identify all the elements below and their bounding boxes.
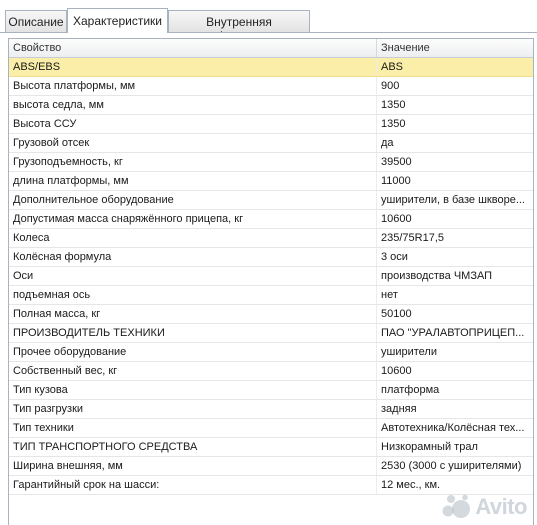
property-value-cell: 1350: [381, 118, 406, 130]
tab-characteristics[interactable]: Характеристики: [67, 8, 168, 33]
property-value-cell: 900: [381, 80, 400, 92]
table-row[interactable]: Тип кузова платформа: [9, 381, 533, 400]
table-row[interactable]: высота седла, мм 1350: [9, 96, 533, 115]
property-name-cell: Грузовой отсек: [9, 134, 377, 152]
table-row[interactable]: Грузовой отсек да: [9, 134, 533, 153]
property-value-cell: ABS: [381, 61, 404, 73]
characteristics-panel: Свойство Значение ABS/EBS ABS Высота платф…: [0, 33, 537, 525]
table-row[interactable]: Дополнительное оборудование уширители, в …: [9, 191, 533, 210]
properties-grid: Свойство Значение ABS/EBS ABS Высота платф…: [8, 38, 534, 525]
property-value-cell: 39500: [381, 156, 412, 168]
column-header-property[interactable]: Свойство: [9, 39, 377, 57]
property-value-cell: Низкорамный трал: [381, 441, 478, 453]
table-row[interactable]: Гарантийный срок на шасси: 12 мес., км.: [9, 476, 533, 495]
property-name-cell: Грузоподъемность, кг: [9, 153, 377, 171]
property-name-cell: подъемная ось: [9, 286, 377, 304]
property-name-cell: ABS/EBS: [9, 58, 377, 76]
table-row[interactable]: Ширина внешняя, мм 2530 (3000 с уширителя…: [9, 457, 533, 476]
property-name-cell: высота седла, мм: [9, 96, 377, 114]
property-value-cell: 3 оси: [381, 251, 408, 263]
property-name-cell: Тип техники: [9, 419, 377, 437]
grid-header: Свойство Значение: [9, 39, 533, 58]
property-name-cell: Ширина внешняя, мм: [9, 457, 377, 475]
table-row[interactable]: Собственный вес, кг 10600: [9, 362, 533, 381]
table-row[interactable]: ABS/EBS ABS: [9, 58, 533, 77]
tab-internal-info[interactable]: Внутренняя информация: [168, 10, 310, 43]
property-value-cell: нет: [381, 289, 398, 301]
property-name-cell: Гарантийный срок на шасси:: [9, 476, 377, 494]
property-value-cell: платформа: [381, 384, 440, 396]
property-value-cell: 235/75R17,5: [381, 232, 444, 244]
tab-bar: Описание Характеристики Внутренняя инфор…: [0, 0, 537, 43]
property-name-cell: Высота ССУ: [9, 115, 377, 133]
property-value-cell: задняя: [381, 403, 417, 415]
property-name-cell: Высота платформы, мм: [9, 77, 377, 95]
table-row[interactable]: Высота ССУ 1350: [9, 115, 533, 134]
property-value-cell: уширители, в базе шкворе...: [381, 194, 525, 206]
table-row[interactable]: ТИП ТРАНСПОРТНОГО СРЕДСТВА Низкорамный тр…: [9, 438, 533, 457]
table-row[interactable]: подъемная ось нет: [9, 286, 533, 305]
property-name-cell: Допустимая масса снаряжённого прицепа, к…: [9, 210, 377, 228]
table-row[interactable]: Колеса 235/75R17,5: [9, 229, 533, 248]
grid-rows: ABS/EBS ABS Высота платформы, мм 900 высота …: [9, 58, 533, 495]
property-name-cell: Тип кузова: [9, 381, 377, 399]
property-value-cell: уширители: [381, 346, 437, 358]
property-name-cell: Колеса: [9, 229, 377, 247]
table-row[interactable]: Оси производства ЧМЗАП: [9, 267, 533, 286]
table-row[interactable]: Полная масса, кг 50100: [9, 305, 533, 324]
property-name-cell: Прочее оборудование: [9, 343, 377, 361]
property-value-cell: 10600: [381, 213, 412, 225]
table-row[interactable]: длина платформы, мм 11000: [9, 172, 533, 191]
property-value-cell: ПАО "УРАЛАВТОПРИЦЕП...: [381, 327, 525, 339]
column-header-value[interactable]: Значение: [377, 39, 533, 57]
property-name-cell: Дополнительное оборудование: [9, 191, 377, 209]
property-value-cell: 50100: [381, 308, 412, 320]
property-name-cell: Оси: [9, 267, 377, 285]
table-row[interactable]: ПРОИЗВОДИТЕЛЬ ТЕХНИКИ ПАО "УРАЛАВТОПРИЦЕП…: [9, 324, 533, 343]
property-value-cell: 11000: [381, 175, 411, 187]
property-name-cell: Собственный вес, кг: [9, 362, 377, 380]
property-name-cell: длина платформы, мм: [9, 172, 377, 190]
property-name-cell: ТИП ТРАНСПОРТНОГО СРЕДСТВА: [9, 438, 377, 456]
property-name-cell: Колёсная формула: [9, 248, 377, 266]
property-value-cell: 1350: [381, 99, 406, 111]
table-row[interactable]: Высота платформы, мм 900: [9, 77, 533, 96]
table-row[interactable]: Тип разгрузки задняя: [9, 400, 533, 419]
property-value-cell: да: [381, 137, 394, 149]
property-value-cell: 2530 (3000 с уширителями): [381, 460, 522, 472]
tab-description[interactable]: Описание: [5, 10, 67, 32]
property-value-cell: 12 мес., км.: [381, 479, 441, 491]
property-name-cell: Полная масса, кг: [9, 305, 377, 323]
table-row[interactable]: Прочее оборудование уширители: [9, 343, 533, 362]
property-value-cell: производства ЧМЗАП: [381, 270, 493, 282]
table-row[interactable]: Тип техники Автотехника/Колёсная тех...: [9, 419, 533, 438]
property-value-cell: 10600: [381, 365, 412, 377]
property-value-cell: Автотехника/Колёсная тех...: [381, 422, 525, 434]
table-row[interactable]: Грузоподъемность, кг 39500: [9, 153, 533, 172]
property-name-cell: Тип разгрузки: [9, 400, 377, 418]
property-name-cell: ПРОИЗВОДИТЕЛЬ ТЕХНИКИ: [9, 324, 377, 342]
table-row[interactable]: Колёсная формула 3 оси: [9, 248, 533, 267]
table-row[interactable]: Допустимая масса снаряжённого прицепа, к…: [9, 210, 533, 229]
